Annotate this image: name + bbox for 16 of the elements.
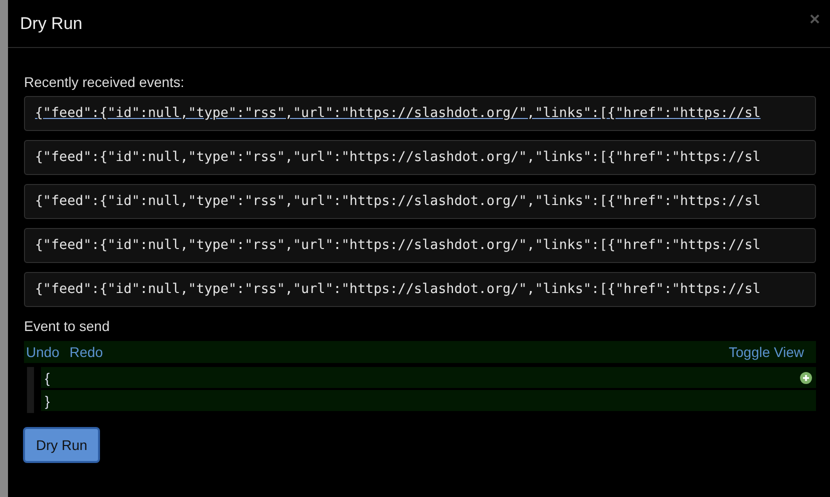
section-label: Event to send	[24, 318, 111, 334]
editor-gutter	[27, 367, 34, 413]
event-item[interactable]: {"feed":{"id":null,"type":"rss","url":"https://slashdot.org/","links":[{"href":"https://sl	[24, 272, 816, 307]
event-item[interactable]: {"feed":{"id":null,"type":"rss","url":"https://slashdot.org/","links":[{"href":"https://sl	[24, 228, 816, 263]
event-item[interactable]: {"feed":{"id":null,"type":"rss","url":"https://slashdot.org/","links":[{"href":"https://sl	[24, 96, 816, 131]
toolbar-link[interactable]: Redo	[69, 344, 103, 360]
section-label: Recently received events:	[24, 74, 186, 90]
dialog-title: Dry Run	[20, 14, 82, 34]
code-line: {	[45, 370, 50, 386]
code-line: }	[45, 392, 50, 408]
event-item[interactable]: {"feed":{"id":null,"type":"rss","url":"https://slashdot.org/","links":[{"href":"https://sl	[24, 184, 816, 219]
toggle-view-link[interactable]: Toggle View	[728, 344, 804, 360]
add-icon[interactable]	[800, 372, 812, 384]
dry-run-button[interactable]: Dry Run	[23, 427, 100, 463]
toolbar-link[interactable]: Undo	[26, 344, 60, 360]
event-item[interactable]: {"feed":{"id":null,"type":"rss","url":"https://slashdot.org/","links":[{"href":"https://sl	[24, 140, 816, 175]
